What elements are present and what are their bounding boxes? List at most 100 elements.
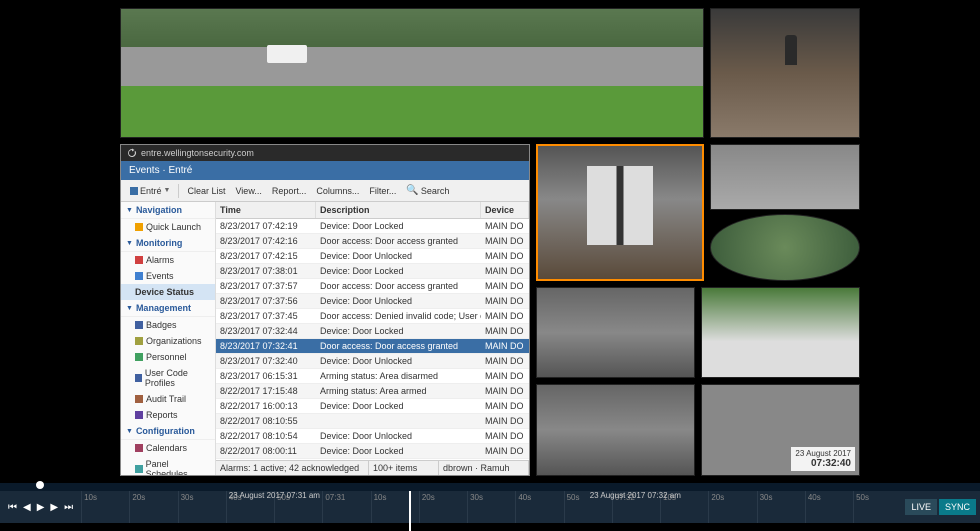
camera-view-entrance-1[interactable] — [710, 8, 860, 138]
table-row[interactable]: 8/23/2017 07:37:56Device: Door UnlockedM… — [216, 294, 529, 309]
report-button[interactable]: Report... — [268, 184, 311, 198]
skip-back-button[interactable]: ⏮ — [8, 502, 17, 513]
nav-user-code-profiles[interactable]: User Code Profiles — [121, 365, 215, 391]
skip-forward-button[interactable]: ⏭ — [64, 502, 73, 513]
nav-navigation[interactable]: Navigation — [121, 202, 215, 219]
play-button[interactable]: ▶ — [37, 502, 45, 513]
table-row[interactable]: 8/22/2017 08:10:54Device: Door UnlockedM… — [216, 429, 529, 444]
cell-time: 8/23/2017 07:32:44 — [216, 324, 316, 338]
status-items: 100+ items — [369, 461, 439, 475]
cell-device: MAIN DO — [481, 444, 529, 458]
live-button[interactable]: LIVE — [905, 499, 937, 515]
sync-button[interactable]: SYNC — [939, 499, 976, 515]
clear-list-button[interactable]: Clear List — [183, 184, 229, 198]
status-alarms: Alarms: 1 active; 42 acknowledged — [216, 461, 369, 475]
cell-desc: Device: Door Locked — [316, 324, 481, 338]
nav-device-status[interactable]: Device Status — [121, 284, 215, 300]
nav-reports[interactable]: Reports — [121, 407, 215, 423]
cell-time: 8/23/2017 07:42:19 — [216, 219, 316, 233]
key-icon — [135, 374, 142, 382]
table-row[interactable]: 8/23/2017 07:32:40Device: Door UnlockedM… — [216, 354, 529, 369]
cell-desc: Door access: Door access granted — [316, 234, 481, 248]
camera-view-reception[interactable] — [536, 384, 695, 476]
cell-desc — [316, 414, 481, 428]
table-row[interactable]: 8/23/2017 07:42:19Device: Door LockedMAI… — [216, 219, 529, 234]
time-ruler[interactable]: 23 August 2017 07:31 am 23 August 2017 0… — [81, 491, 901, 523]
cell-desc: Device: Door Locked — [316, 219, 481, 233]
cell-desc: Device: Door Unlocked — [316, 249, 481, 263]
table-row[interactable]: 8/23/2017 07:37:57Door access: Door acce… — [216, 279, 529, 294]
timeline-tick: 30s — [178, 491, 226, 523]
table-row[interactable]: 8/22/2017 16:00:13Device: Door LockedMAI… — [216, 399, 529, 414]
timeline: ⏮ ◀ ▶ ▶ ⏭ 23 August 2017 07:31 am 23 Aug… — [0, 483, 980, 523]
camera-view-office-1[interactable] — [536, 287, 695, 379]
cell-time: 8/22/2017 08:10:55 — [216, 414, 316, 428]
cell-desc: Device: Door Unlocked — [316, 429, 481, 443]
table-row[interactable]: 8/23/2017 07:42:16Door access: Door acce… — [216, 234, 529, 249]
nav-personnel[interactable]: Personnel — [121, 349, 215, 365]
person-icon — [135, 353, 143, 361]
timeline-tick: 50s — [853, 491, 901, 523]
nav-organizations[interactable]: Organizations — [121, 333, 215, 349]
view-button[interactable]: View... — [231, 184, 265, 198]
nav-events[interactable]: Events — [121, 268, 215, 284]
nav-management[interactable]: Management — [121, 300, 215, 317]
table-row[interactable]: 8/22/2017 08:10:55 MAIN DO — [216, 414, 529, 429]
nav-badges[interactable]: Badges — [121, 317, 215, 333]
timeline-scrubber[interactable] — [0, 483, 980, 491]
col-description[interactable]: Description — [316, 202, 481, 218]
columns-button[interactable]: Columns... — [312, 184, 363, 198]
camera-grid: 23 August 2017 07:32:40 — [536, 144, 860, 476]
entre-dropdown[interactable]: Entré ▼ — [126, 184, 174, 198]
cell-device: MAIN DO — [481, 369, 529, 383]
list-icon — [135, 272, 143, 280]
cell-desc: Device: Door Locked — [316, 264, 481, 278]
nav-configuration[interactable]: Configuration — [121, 423, 215, 440]
camera-view-outdoor[interactable] — [701, 287, 860, 379]
table-body: 8/23/2017 07:42:19Device: Door LockedMAI… — [216, 219, 529, 460]
cell-time: 8/23/2017 07:37:45 — [216, 309, 316, 323]
cell-time: 8/23/2017 07:37:56 — [216, 294, 316, 308]
filter-button[interactable]: Filter... — [365, 184, 400, 198]
camera-view-parking[interactable] — [120, 8, 704, 138]
cell-device: MAIN DO — [481, 414, 529, 428]
timeline-tick: 40s — [805, 491, 853, 523]
cell-desc: Door access: Denied invalid code; User c… — [316, 309, 481, 323]
table-row[interactable]: 8/22/2017 08:00:11Device: Door LockedMAI… — [216, 444, 529, 459]
cell-device: MAIN DO — [481, 339, 529, 353]
nav-quick-launch[interactable]: Quick Launch — [121, 219, 215, 235]
table-row[interactable]: 8/23/2017 07:37:45Door access: Denied in… — [216, 309, 529, 324]
table-row[interactable]: 8/22/2017 17:15:48Arming status: Area ar… — [216, 384, 529, 399]
step-back-button[interactable]: ◀ — [23, 502, 31, 513]
nav-monitoring[interactable]: Monitoring — [121, 235, 215, 252]
camera-view-warehouse[interactable]: 23 August 2017 07:32:40 — [701, 384, 860, 476]
entre-icon — [130, 187, 138, 195]
nav-calendars[interactable]: Calendars — [121, 440, 215, 456]
col-time[interactable]: Time — [216, 202, 316, 218]
nav-panel-schedules[interactable]: Panel Schedules — [121, 456, 215, 475]
cell-time: 8/23/2017 07:38:01 — [216, 264, 316, 278]
nav-audit-trail[interactable]: Audit Trail — [121, 391, 215, 407]
refresh-icon[interactable] — [127, 148, 137, 158]
bell-icon — [135, 256, 143, 264]
table-row[interactable]: 8/23/2017 07:32:44Device: Door LockedMAI… — [216, 324, 529, 339]
table-header: Time Description Device — [216, 202, 529, 219]
cell-desc: Door access: Door access granted — [316, 279, 481, 293]
table-row[interactable]: 8/23/2017 07:32:41Door access: Door acce… — [216, 339, 529, 354]
camera-view-lobby[interactable] — [536, 144, 704, 281]
event-table: Time Description Device 8/23/2017 07:42:… — [216, 202, 529, 475]
camera-view-hall[interactable] — [710, 144, 860, 210]
cell-time: 8/23/2017 06:15:31 — [216, 369, 316, 383]
vehicle — [267, 45, 307, 63]
timeline-tick: 30s — [757, 491, 805, 523]
table-row[interactable]: 8/23/2017 07:38:01Device: Door LockedMAI… — [216, 264, 529, 279]
camera-view-fisheye[interactable] — [710, 214, 860, 280]
cell-time: 8/22/2017 16:00:13 — [216, 399, 316, 413]
col-device[interactable]: Device — [481, 202, 529, 218]
step-forward-button[interactable]: ▶ — [50, 502, 58, 513]
nav-alarms[interactable]: Alarms — [121, 252, 215, 268]
timeline-tick: 10s — [371, 491, 419, 523]
search-button[interactable]: 🔍Search — [402, 183, 453, 198]
table-row[interactable]: 8/23/2017 06:15:31Arming status: Area di… — [216, 369, 529, 384]
table-row[interactable]: 8/23/2017 07:42:15Device: Door UnlockedM… — [216, 249, 529, 264]
